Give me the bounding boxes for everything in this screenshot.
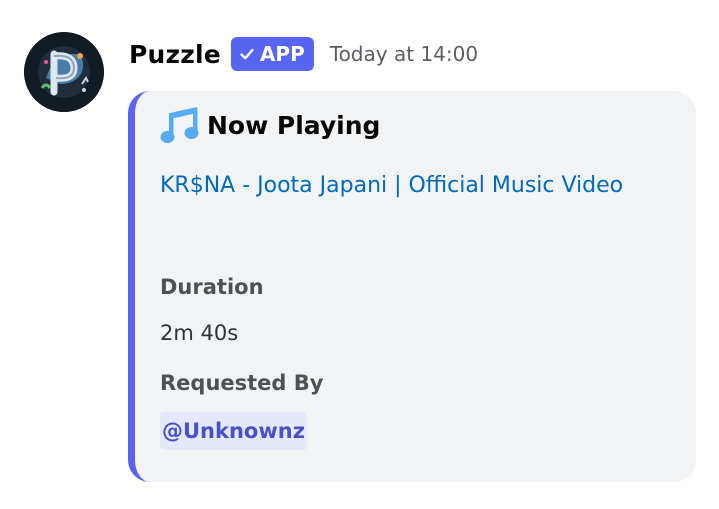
message-header: Puzzle APP Today at 14:00 [129, 36, 478, 72]
bot-avatar[interactable] [24, 32, 104, 112]
song-link[interactable]: KR$NA - Joota Japani | Official Music Vi… [160, 167, 660, 205]
message-timestamp: Today at 14:00 [329, 42, 479, 66]
embed-title-text: Now Playing [207, 110, 381, 140]
app-badge: APP [230, 37, 314, 71]
field-duration-label: Duration [160, 275, 264, 299]
app-badge-label: APP [259, 42, 305, 66]
chat-message: Puzzle APP Today at 14:00 Now Playing KR… [0, 0, 719, 509]
check-icon [239, 46, 255, 62]
field-requested-by-label: Requested By [160, 371, 324, 395]
music-note-icon [159, 105, 201, 145]
user-mention[interactable]: @Unknownz [160, 412, 307, 450]
embed-title: Now Playing [159, 105, 380, 145]
puzzle-logo-icon [24, 32, 104, 112]
now-playing-embed: Now Playing KR$NA - Joota Japani | Offic… [128, 91, 696, 482]
author-name[interactable]: Puzzle [129, 40, 221, 69]
field-duration-value: 2m 40s [160, 321, 239, 345]
